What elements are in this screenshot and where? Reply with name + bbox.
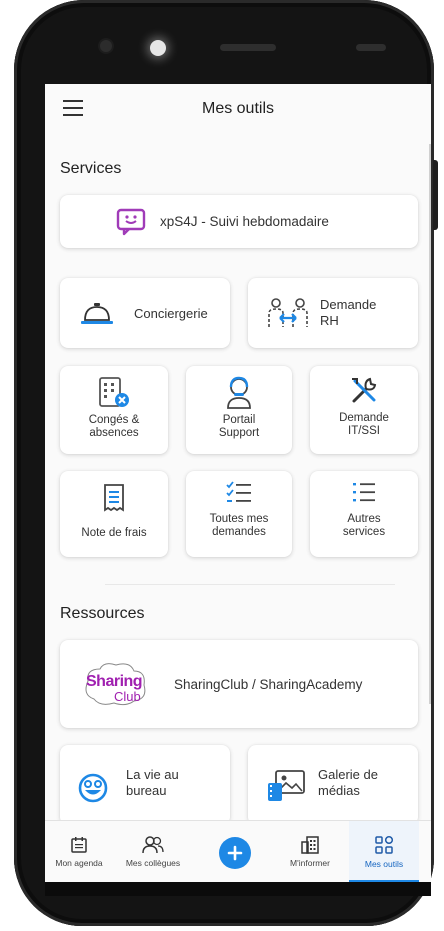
toutes-label-1: Toutes mes (209, 513, 269, 525)
sharingclub-logo: Sharing Club (82, 661, 152, 707)
conciergerie-card[interactable]: Conciergerie (60, 278, 230, 348)
note-de-frais-card[interactable]: Note de frais (60, 471, 168, 557)
people-exchange-icon (268, 298, 308, 327)
newspaper-building-icon (301, 836, 319, 854)
galerie-label-1: Galerie de (318, 767, 378, 782)
nav-mes-collegues[interactable]: Mes collègues (113, 821, 193, 882)
proximity-sensor (356, 44, 386, 51)
page-title: Mes outils (201, 100, 275, 117)
toutes-demandes-card[interactable]: Toutes mes demandes (186, 471, 292, 557)
scrollbar[interactable] (429, 144, 431, 704)
conges-card[interactable]: Congés & absences (60, 366, 168, 454)
nav-outils-label: Mes outils (364, 859, 404, 869)
vie-label: La vie au bureau (126, 767, 179, 799)
earpiece-speaker (220, 44, 276, 51)
conges-label: Congés & absences (89, 414, 140, 440)
portail-label: Portail Support (219, 414, 259, 440)
toutes-label-2: demandes (212, 526, 266, 538)
sharingclub-label: SharingClub / SharingAcademy (174, 676, 363, 692)
vie-au-bureau-card[interactable]: La vie au bureau (60, 745, 230, 825)
nav-mes-outils[interactable]: Mes outils (349, 821, 419, 882)
support-agent-icon (227, 376, 251, 409)
demande-it-card[interactable]: Demande IT/SSI (310, 366, 418, 454)
conges-label-2: absences (89, 427, 139, 439)
vie-label-1: La vie au (126, 767, 179, 782)
phone-top-bezel (52, 10, 420, 82)
portail-label-2: Support (218, 427, 260, 439)
vie-label-2: bureau (126, 783, 167, 798)
receipt-icon (104, 484, 124, 512)
portail-support-card[interactable]: Portail Support (186, 366, 292, 454)
smiley-chat-icon (116, 208, 146, 235)
galerie-label-2: médias (318, 783, 360, 798)
autres-label-1: Autres (347, 513, 381, 525)
calendar-icon (71, 837, 87, 853)
plus-icon (227, 845, 243, 861)
galerie-label: Galerie de médias (318, 767, 378, 799)
galerie-medias-card[interactable]: Galerie de médias (248, 745, 418, 825)
autres-services-card[interactable]: Autres services (310, 471, 418, 557)
demande-rh-label-1: Demande (320, 297, 377, 312)
xps4j-label: xpS4J - Suivi hebdomadaire (160, 214, 329, 229)
demande-rh-label: Demande RH (320, 297, 376, 329)
app-header: Mes outils (45, 84, 431, 134)
toutes-label: Toutes mes demandes (210, 513, 269, 539)
demande-rh-label-2: RH (320, 313, 339, 328)
autres-label-2: services (342, 526, 386, 538)
demande-it-label: Demande IT/SSI (339, 412, 389, 438)
smiling-face-icon (78, 773, 108, 803)
list-icon (353, 483, 375, 502)
nav-informer-label: M'informer (290, 858, 330, 868)
tools-icon (352, 377, 377, 403)
front-camera (150, 40, 166, 56)
demande-rh-card[interactable]: Demande RH (248, 278, 418, 348)
xps4j-card[interactable]: xpS4J - Suivi hebdomadaire (60, 195, 418, 248)
sensor-dot (100, 40, 112, 52)
conciergerie-label: Conciergerie (134, 305, 208, 321)
autres-label: Autres services (343, 513, 385, 539)
section-divider (105, 584, 395, 585)
demande-it-label-1: Demande (339, 412, 389, 424)
nav-m-informer[interactable]: M'informer (279, 821, 341, 882)
bottom-navigation: Mon agenda Mes collègues M'informer Mes … (45, 820, 431, 882)
colleagues-icon (142, 836, 164, 854)
service-bell-icon (81, 303, 113, 324)
add-button[interactable] (219, 837, 251, 869)
app-screen: Mes outils Services xpS4J - Suivi hebdom… (45, 84, 431, 882)
conges-label-1: Congés & (88, 414, 140, 426)
nav-mon-agenda[interactable]: Mon agenda (47, 821, 111, 882)
demande-it-label-2: IT/SSI (348, 425, 380, 437)
media-gallery-icon (268, 770, 305, 801)
checklist-icon (226, 481, 251, 502)
screen-bottom-edge (45, 882, 431, 896)
sharingclub-card[interactable]: Sharing Club SharingClub / SharingAcadem… (60, 640, 418, 728)
services-section-title: Services (60, 160, 122, 177)
club-logo-text: Club (114, 689, 141, 704)
portail-label-1: Portail (222, 414, 256, 426)
grid-tools-icon (375, 835, 394, 854)
note-de-frais-label: Note de frais (81, 527, 147, 539)
nav-collegues-label: Mes collègues (125, 858, 181, 868)
resources-section-title: Ressources (60, 605, 145, 622)
nav-agenda-label: Mon agenda (55, 858, 103, 868)
building-close-icon (99, 377, 129, 407)
